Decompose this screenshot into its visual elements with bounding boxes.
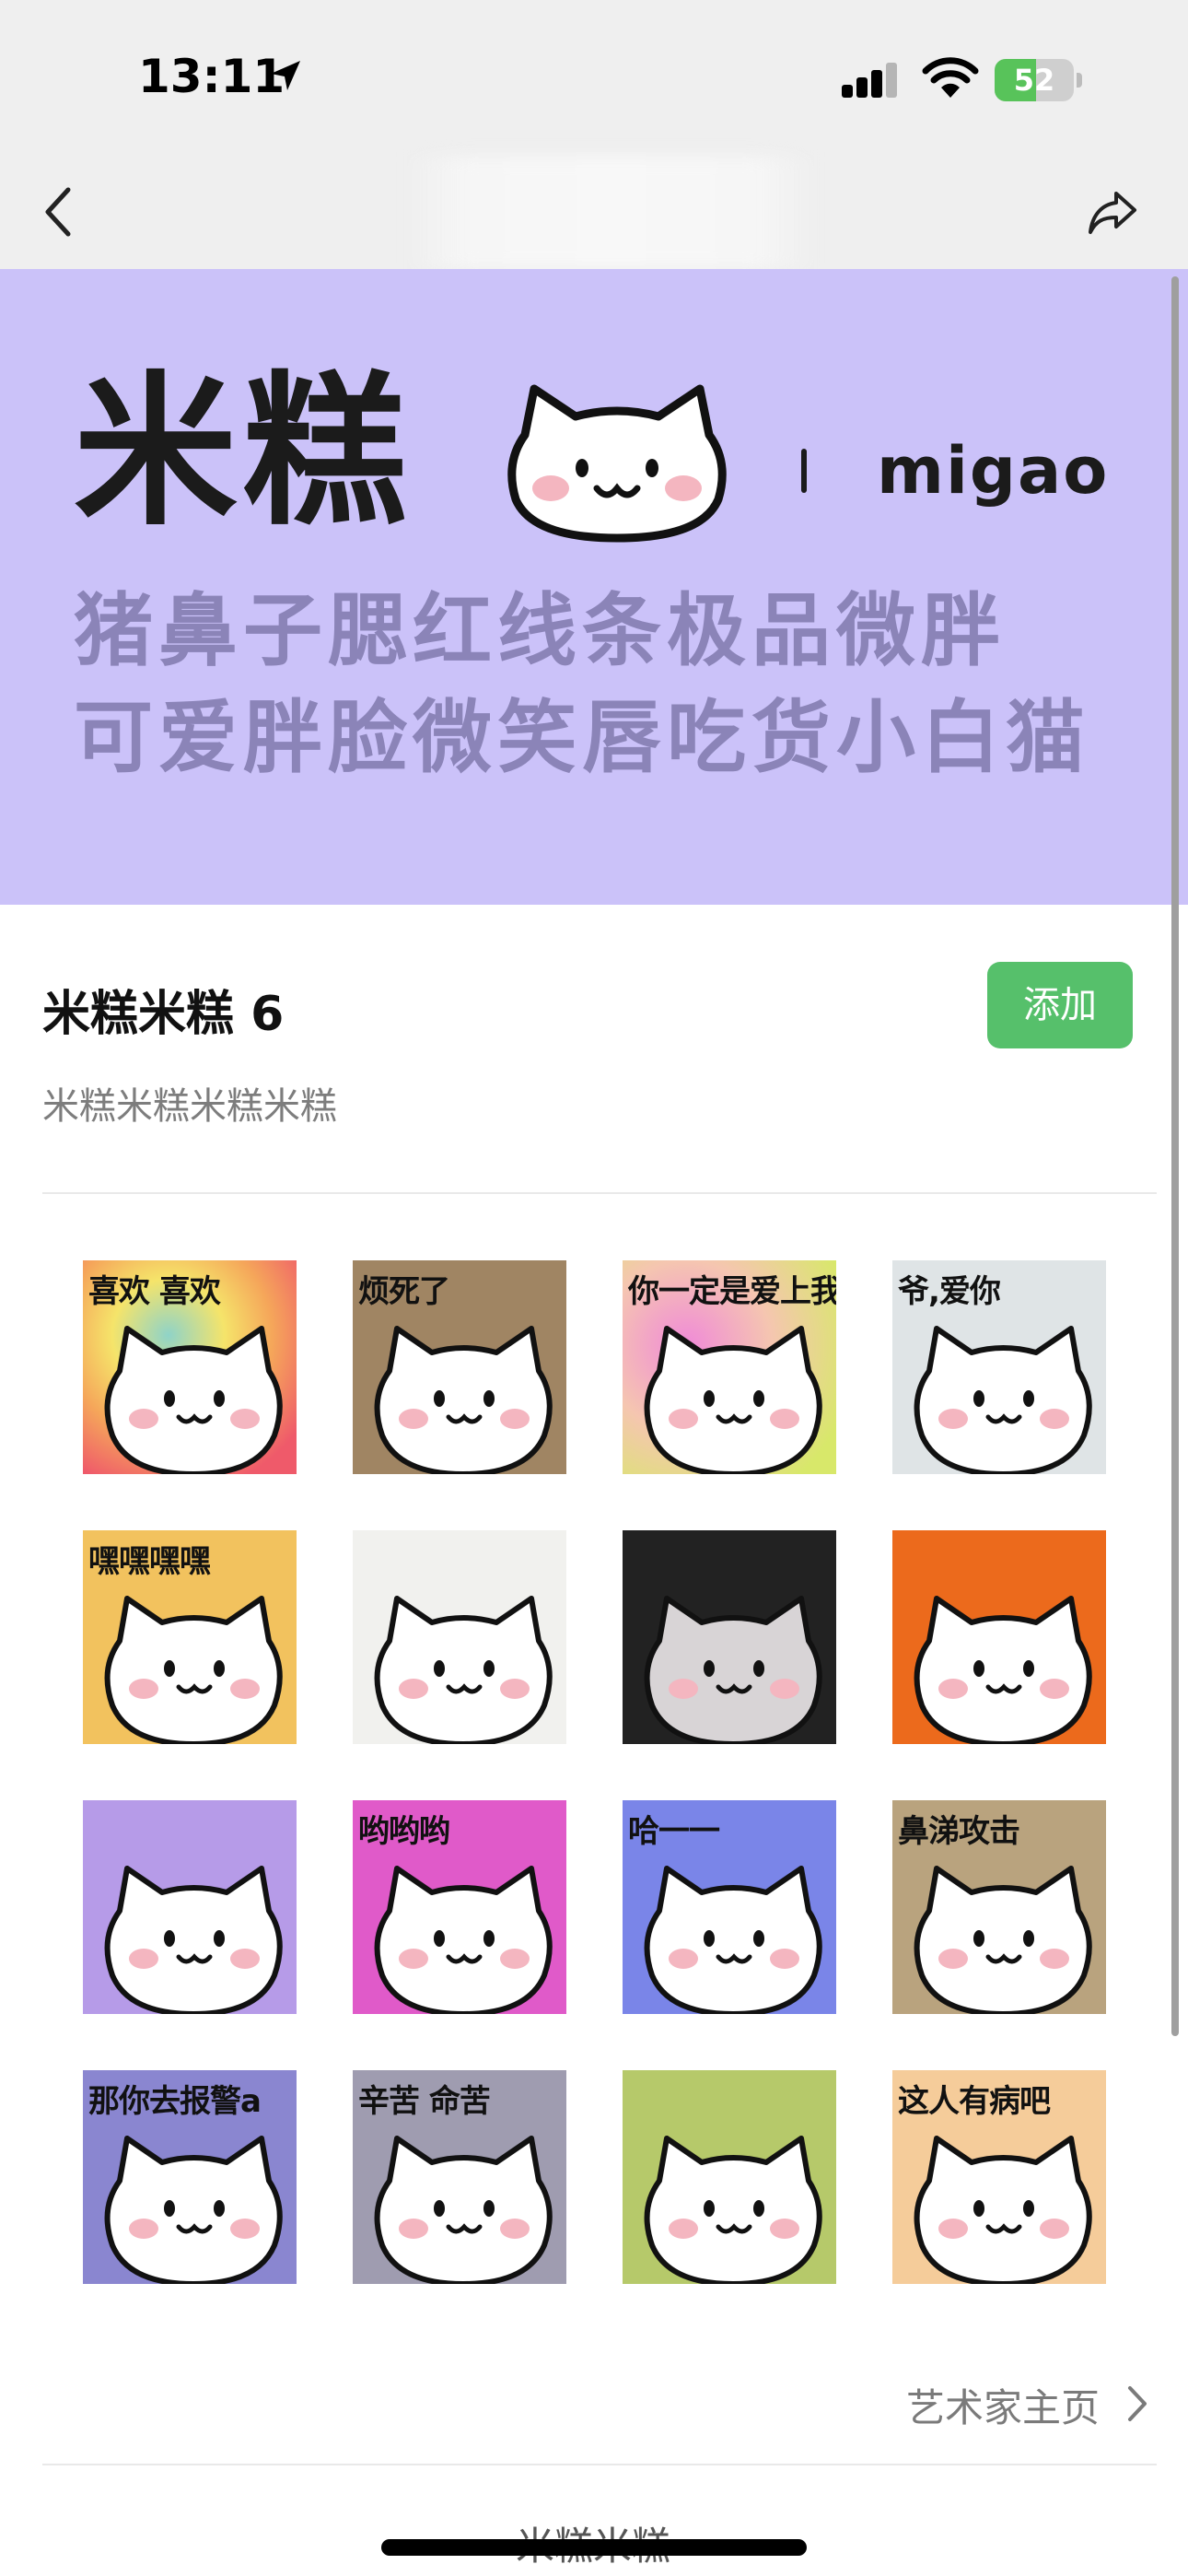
cat-face-icon — [507, 384, 727, 543]
sticker-item[interactable]: 烦死了 — [353, 1260, 566, 1474]
sticker-item[interactable]: 这人有病吧 — [892, 2070, 1106, 2284]
sticker-grid: 喜欢 喜欢 烦死了 你一定是爱上我了 爷,爱你 嘿嘿嘿嘿 — [83, 1260, 1106, 2284]
sticker-item[interactable] — [83, 1800, 297, 2014]
sticker-item[interactable]: 哈一一 — [623, 1800, 836, 2014]
sticker-image — [353, 1530, 566, 1744]
sticker-item[interactable] — [623, 2070, 836, 2284]
artist-homepage-link[interactable]: 艺术家主页 — [906, 2377, 1100, 2433]
sticker-item[interactable] — [623, 1530, 836, 1744]
sticker-item[interactable]: 那你去报警a — [83, 2070, 297, 2284]
blurred-title — [405, 157, 816, 269]
wifi-icon — [922, 57, 979, 98]
divider — [42, 1192, 1157, 1194]
battery-indicator: 52 — [995, 59, 1083, 101]
status-time: 13:11 — [138, 50, 285, 103]
divider — [42, 2464, 1157, 2465]
banner-divider — [801, 449, 807, 493]
sticker-item[interactable]: 哟哟哟 — [353, 1800, 566, 2014]
chevron-right-icon[interactable] — [1125, 2384, 1149, 2423]
battery-percent: 52 — [1013, 63, 1055, 98]
pack-title: 米糕米糕 6 — [42, 987, 285, 1042]
sticker-item[interactable] — [892, 1530, 1106, 1744]
pack-description: 米糕米糕米糕米糕 — [42, 1085, 337, 1128]
sticker-caption: 哈一一 — [628, 1813, 720, 1850]
nav-bar — [0, 157, 1188, 269]
share-arrow-icon[interactable] — [1085, 184, 1140, 240]
sticker-item[interactable]: 爷,爱你 — [892, 1260, 1106, 1474]
scrollbar[interactable] — [1171, 276, 1179, 2036]
sticker-item[interactable]: 嘿嘿嘿嘿 — [83, 1530, 297, 1744]
banner-tagline-1: 猪鼻子腮红线条极品微胖 — [74, 585, 1006, 677]
sticker-banner: 米糕 migao 猪鼻子腮红线条极品微胖 可爱胖脸微笑唇吃货小白猫 — [0, 269, 1188, 905]
add-button[interactable]: 添加 — [987, 962, 1133, 1048]
sticker-image — [892, 1530, 1106, 1744]
sticker-image — [623, 1530, 836, 1744]
sticker-caption: 爷,爱你 — [898, 1273, 1001, 1310]
sticker-item[interactable]: 你一定是爱上我了 — [623, 1260, 836, 1474]
sticker-image — [83, 1800, 297, 2014]
banner-tagline-2: 可爱胖脸微笑唇吃货小白猫 — [74, 692, 1090, 784]
sticker-caption: 你一定是爱上我了 — [628, 1273, 836, 1310]
sticker-caption: 辛苦 命苦 — [358, 2083, 491, 2120]
sticker-caption: 这人有病吧 — [898, 2083, 1051, 2120]
sticker-caption: 哟哟哟 — [358, 1813, 450, 1850]
sticker-caption: 那你去报警a — [88, 2083, 262, 2120]
cellular-signal-icon — [842, 63, 897, 98]
home-indicator[interactable] — [381, 2539, 807, 2556]
location-arrow-icon — [271, 61, 300, 90]
sticker-item[interactable]: 鼻涕攻击 — [892, 1800, 1106, 2014]
chevron-left-icon[interactable] — [37, 182, 79, 241]
sticker-caption: 嘿嘿嘿嘿 — [88, 1543, 211, 1580]
banner-subtitle: migao — [877, 433, 1110, 509]
banner-title: 米糕 — [74, 357, 413, 547]
sticker-caption: 烦死了 — [358, 1273, 450, 1310]
sticker-caption: 鼻涕攻击 — [898, 1813, 1020, 1850]
sticker-image — [623, 2070, 836, 2284]
sticker-item[interactable]: 辛苦 命苦 — [353, 2070, 566, 2284]
sticker-item[interactable] — [353, 1530, 566, 1744]
sticker-item[interactable]: 喜欢 喜欢 — [83, 1260, 297, 1474]
sticker-caption: 喜欢 喜欢 — [88, 1273, 221, 1310]
status-bar: 13:11 52 — [0, 0, 1188, 157]
